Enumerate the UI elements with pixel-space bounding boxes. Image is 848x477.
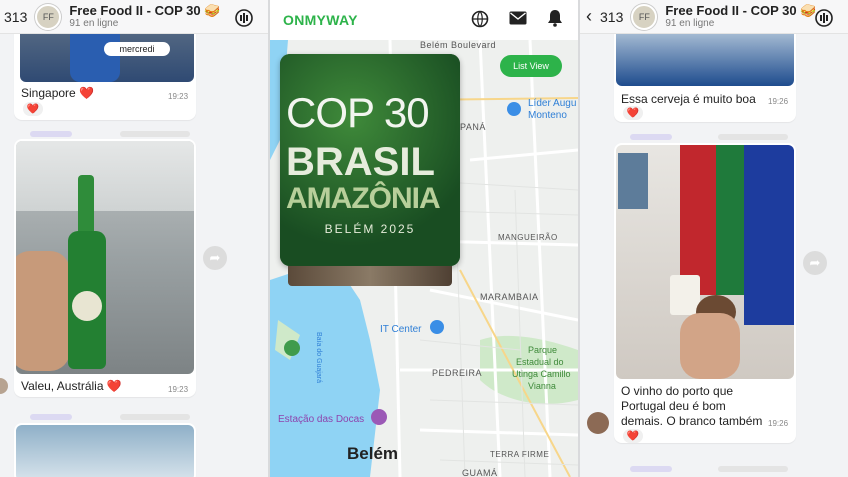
message-meta <box>120 414 190 420</box>
map-label: Vianna <box>528 381 556 391</box>
voice-chat-icon[interactable] <box>814 8 834 28</box>
message-time: 19:23 <box>168 92 189 101</box>
sender-name <box>630 134 672 140</box>
chat-title: Free Food II - COP 30 🥪 <box>665 3 817 18</box>
message-meta <box>718 134 788 140</box>
heart-reaction[interactable]: ❤️ <box>623 429 643 443</box>
unread-count[interactable]: 313 <box>4 9 27 25</box>
map-label: Belém Boulevard <box>420 40 497 50</box>
bottle-neck <box>78 175 94 235</box>
map-label: IT Center <box>380 324 422 335</box>
list-view-button[interactable]: List View <box>500 55 562 77</box>
landmark-pin-icon[interactable] <box>371 409 387 425</box>
mail-icon[interactable] <box>509 11 527 25</box>
online-count: 91 en ligne <box>665 18 715 29</box>
message-caption: Valeu, Austrália ❤️ <box>21 379 122 393</box>
message-photo[interactable] <box>616 145 794 379</box>
map-label: Estação das Docas <box>278 414 365 425</box>
message-photo[interactable] <box>16 141 194 374</box>
avatar[interactable] <box>587 412 609 434</box>
card-title: COP 30 <box>286 89 430 136</box>
hand-shape <box>16 251 70 371</box>
message-caption: Essa cerveja é muito boa <box>621 92 756 106</box>
picture-frame <box>618 153 648 209</box>
map-label: TERRA FIRME <box>490 450 550 459</box>
message-bubble[interactable]: mercredi Singapore ❤️ 19:23 ❤️ <box>14 20 196 120</box>
share-icon[interactable]: ➦ <box>803 251 827 275</box>
group-avatar[interactable]: FF <box>35 3 62 30</box>
sender-name <box>30 414 72 420</box>
map-label: PANÁ <box>460 122 486 132</box>
map-label: Líder Augu <box>528 98 577 109</box>
map-label: MANGUEIRÃO <box>498 233 558 242</box>
map-label: Utinga Camillo <box>512 369 571 379</box>
share-icon[interactable]: ➦ <box>203 246 227 270</box>
voice-chat-icon[interactable] <box>234 8 254 28</box>
screenshot-root: mercredi Singapore ❤️ 19:23 ❤️ Valeu, Au… <box>0 0 848 477</box>
date-badge: mercredi <box>104 42 170 56</box>
map-app-panel: ONMYWAY Belém Boulevard Líder Augu Monte… <box>270 0 578 477</box>
message-time: 19:23 <box>168 385 189 394</box>
message-time: 19:26 <box>768 97 789 106</box>
map-view[interactable]: Belém Boulevard Líder Augu Monteno PANÁ … <box>270 40 578 477</box>
hand-shape <box>680 313 740 379</box>
city-label: Belém <box>347 444 399 463</box>
map-label: GUAMÁ <box>462 468 498 477</box>
bottle-label <box>72 291 102 321</box>
message-meta <box>120 131 190 137</box>
chat-title-block[interactable]: Free Food II - COP 30 🥪 91 en ligne <box>665 4 816 29</box>
globe-icon[interactable] <box>471 10 489 28</box>
flag-red <box>680 145 720 295</box>
chat-title-block[interactable]: Free Food II - COP 30 🥪 91 en ligne <box>69 4 220 29</box>
card-date: BELÉM 2025 <box>324 222 416 236</box>
flag-eu <box>744 145 794 325</box>
heart-reaction[interactable]: ❤️ <box>23 102 43 116</box>
online-count: 91 en ligne <box>69 18 119 29</box>
card-strip <box>288 266 452 286</box>
shopping-pin-icon[interactable] <box>507 102 521 116</box>
message-photo[interactable] <box>16 425 194 477</box>
app-logo[interactable]: ONMYWAY <box>283 12 358 28</box>
back-arrow-icon[interactable]: ‹ <box>586 6 596 27</box>
map-label: Monteno <box>528 110 567 121</box>
sender-name <box>30 131 72 137</box>
message-bubble[interactable] <box>14 423 196 477</box>
park-pin-icon[interactable] <box>284 340 300 356</box>
message-bubble[interactable]: Valeu, Austrália ❤️ 19:23 <box>14 139 196 397</box>
group-avatar[interactable]: FF <box>631 3 658 30</box>
map-label: PEDREIRA <box>432 368 483 378</box>
map-label: Parque <box>528 345 558 355</box>
map-label: Baía do Guajará <box>315 332 322 383</box>
app-header: ONMYWAY <box>270 0 578 40</box>
avatar[interactable] <box>0 378 8 394</box>
message-caption: O vinho do porto que Portugal deu é bom … <box>621 384 763 428</box>
message-meta <box>718 466 788 472</box>
chat-header: ‹ 313 FF Free Food II - COP 30 🥪 91 en l… <box>580 0 848 34</box>
chat-title: Free Food II - COP 30 🥪 <box>69 3 221 18</box>
lock-pin-icon[interactable] <box>430 320 444 334</box>
message-time: 19:26 <box>768 419 789 428</box>
left-chat-panel: mercredi Singapore ❤️ 19:23 ❤️ Valeu, Au… <box>0 0 268 477</box>
event-card[interactable]: COP 30 BRASIL AMAZÔNIA BELÉM 2025 <box>280 54 460 266</box>
unread-count[interactable]: 313 <box>600 9 623 25</box>
message-bubble[interactable]: O vinho do porto que Portugal deu é bom … <box>614 143 796 443</box>
sender-name <box>630 466 672 472</box>
bell-icon[interactable] <box>547 9 563 27</box>
card-region: AMAZÔNIA <box>286 182 441 215</box>
message-caption: Singapore ❤️ <box>21 86 94 100</box>
card-subtitle: BRASIL <box>286 140 435 184</box>
map-label: MARAMBAIA <box>480 292 539 302</box>
heart-reaction[interactable]: ❤️ <box>623 106 643 120</box>
map-label: Estadual do <box>516 357 564 367</box>
right-chat-panel: Essa cerveja é muito boa 19:26 ❤️ O vinh… <box>580 0 848 477</box>
chat-header: 313 FF Free Food II - COP 30 🥪 91 en lig… <box>0 0 268 34</box>
message-bubble[interactable]: Essa cerveja é muito boa 19:26 ❤️ <box>614 20 796 122</box>
ceiling <box>16 141 194 211</box>
